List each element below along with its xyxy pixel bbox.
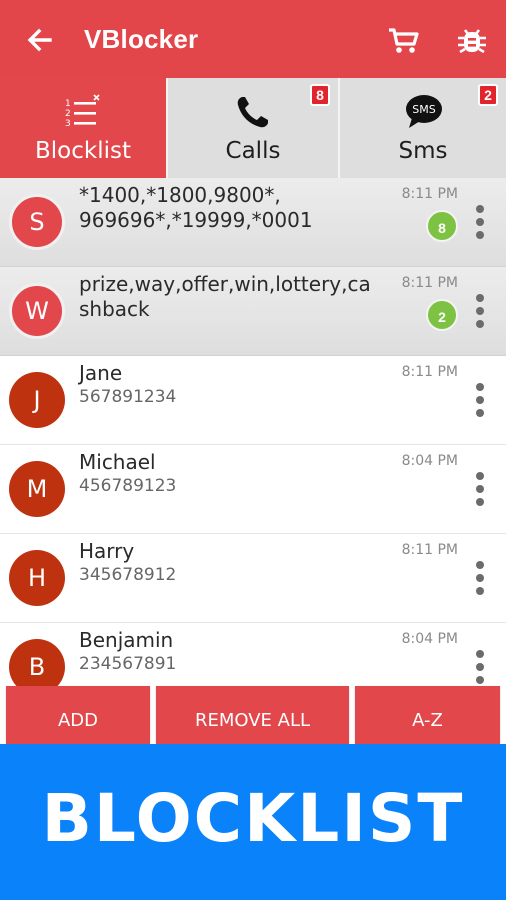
more-options-icon[interactable] xyxy=(470,650,490,684)
tab-sms-label: Sms xyxy=(398,138,448,164)
svg-text:1: 1 xyxy=(65,99,71,109)
tab-calls-label: Calls xyxy=(225,138,281,164)
calls-badge: 8 xyxy=(310,84,330,106)
list-item[interactable]: M Michael 456789123 8:04 PM xyxy=(0,445,506,534)
item-time: 8:11 PM xyxy=(401,542,458,558)
contact-name: Harry xyxy=(79,539,135,563)
tab-calls[interactable]: 8 Calls xyxy=(166,78,338,178)
avatar: B xyxy=(9,639,65,686)
tab-sms[interactable]: SMS 2 Sms xyxy=(338,78,506,178)
svg-text:3: 3 xyxy=(65,119,71,129)
block-list: S *1400,*1800,9800*, 969696*,*19999,*000… xyxy=(0,178,506,686)
promo-banner: BLOCKLIST xyxy=(0,744,506,900)
action-bar: ADD REMOVE ALL A-Z xyxy=(0,686,506,744)
sms-badge: 2 xyxy=(478,84,498,106)
item-title: prize,way,offer,win,lottery,ca shback xyxy=(79,272,371,321)
list-item[interactable]: H Harry 345678912 8:11 PM xyxy=(0,534,506,623)
add-button[interactable]: ADD xyxy=(6,686,150,744)
blocked-count-badge: 8 xyxy=(426,210,458,242)
more-options-icon[interactable] xyxy=(470,205,490,239)
arrow-left-icon[interactable] xyxy=(22,22,58,58)
blocked-count-badge: 2 xyxy=(426,299,458,331)
list-item[interactable]: W prize,way,offer,win,lottery,ca shback … xyxy=(0,267,506,356)
app-title: VBlocker xyxy=(84,24,199,54)
tab-bar: 1 2 3 Blocklist 8 Calls SMS 2 Sms xyxy=(0,78,506,178)
cart-icon[interactable] xyxy=(386,22,422,58)
banner-text: BLOCKLIST xyxy=(41,780,465,857)
remove-all-button[interactable]: REMOVE ALL xyxy=(156,686,349,744)
bug-icon[interactable] xyxy=(454,22,490,58)
contact-number: 456789123 xyxy=(79,476,177,496)
list-item[interactable]: J Jane 567891234 8:11 PM xyxy=(0,356,506,445)
item-title: *1400,*1800,9800*, 969696*,*19999,*0001 xyxy=(79,183,313,232)
list-item[interactable]: B Benjamin 234567891 8:04 PM xyxy=(0,623,506,686)
more-options-icon[interactable] xyxy=(470,383,490,417)
sms-bubble-icon: SMS xyxy=(406,95,442,128)
item-time: 8:11 PM xyxy=(401,364,458,380)
tab-blocklist-label: Blocklist xyxy=(35,138,131,164)
contact-name: Benjamin xyxy=(79,628,174,652)
contact-number: 234567891 xyxy=(79,654,177,674)
contact-number: 345678912 xyxy=(79,565,177,585)
sort-az-button[interactable]: A-Z xyxy=(355,686,500,744)
item-time: 8:04 PM xyxy=(401,453,458,469)
contact-name: Jane xyxy=(79,361,123,385)
app-bar: VBlocker xyxy=(0,0,506,78)
tab-blocklist[interactable]: 1 2 3 Blocklist xyxy=(0,78,166,178)
contact-number: 567891234 xyxy=(79,387,177,407)
more-options-icon[interactable] xyxy=(470,472,490,506)
sms-icon-text: SMS xyxy=(412,103,435,116)
more-options-icon[interactable] xyxy=(470,561,490,595)
phone-icon xyxy=(237,97,268,128)
item-time: 8:11 PM xyxy=(401,186,458,202)
list-numbered-icon: 1 2 3 xyxy=(65,94,100,129)
list-item[interactable]: S *1400,*1800,9800*, 969696*,*19999,*000… xyxy=(0,178,506,267)
avatar: M xyxy=(9,461,65,517)
item-time: 8:04 PM xyxy=(401,631,458,647)
avatar: S xyxy=(9,194,65,250)
contact-name: Michael xyxy=(79,450,156,474)
svg-text:2: 2 xyxy=(65,109,71,119)
avatar: J xyxy=(9,372,65,428)
avatar: W xyxy=(9,283,65,339)
more-options-icon[interactable] xyxy=(470,294,490,328)
avatar: H xyxy=(9,550,65,606)
item-time: 8:11 PM xyxy=(401,275,458,291)
